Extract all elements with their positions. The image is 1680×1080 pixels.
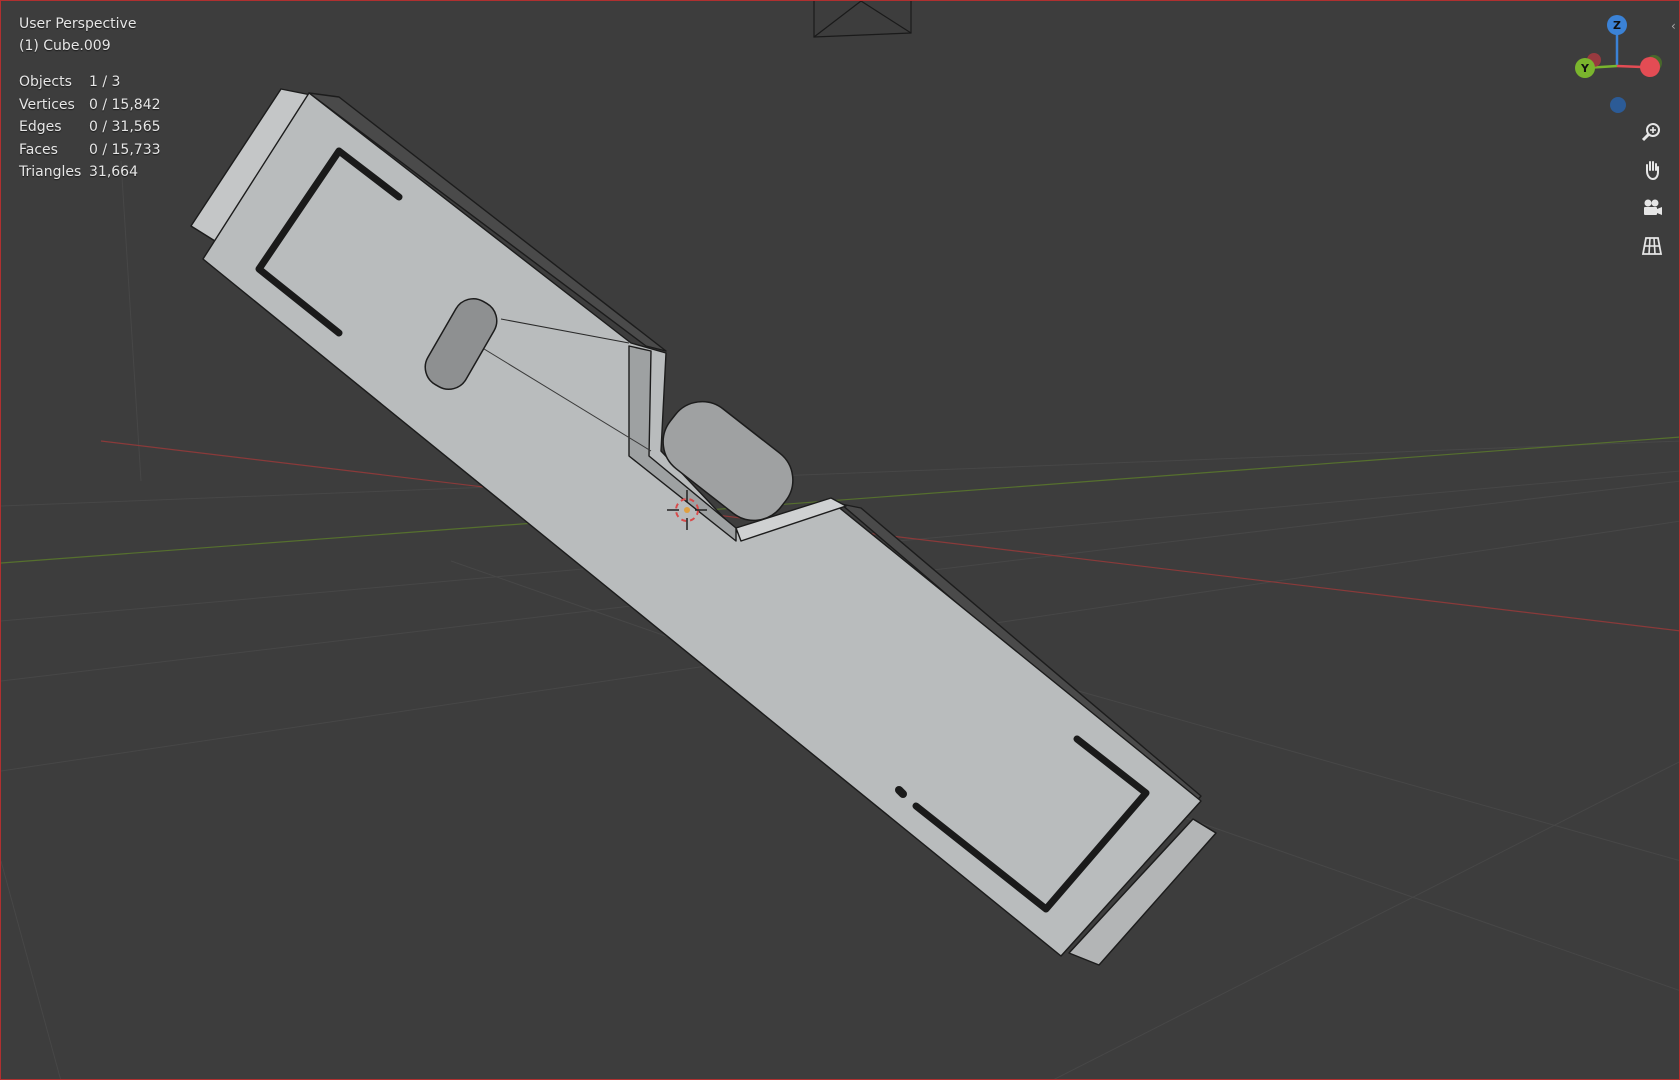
sidebar-toggle-icon[interactable]: ‹ xyxy=(1671,19,1679,39)
pan-hand-icon[interactable] xyxy=(1637,155,1667,185)
grid-ortho-icon[interactable] xyxy=(1637,231,1667,261)
stat-label: Objects xyxy=(19,74,72,90)
stat-row-objects: Objects 1 / 3 xyxy=(19,71,161,94)
scene-statistics: Objects 1 / 3 Vertices 0 / 15,842 Edges … xyxy=(19,71,161,184)
stat-label: Edges xyxy=(19,119,62,135)
camera-icon[interactable] xyxy=(1637,193,1667,223)
stat-value: 31,664 xyxy=(89,164,138,180)
stat-label: Vertices xyxy=(19,96,75,113)
selected-mesh-object[interactable] xyxy=(190,88,1217,966)
stat-row-triangles: Triangles 31,664 xyxy=(19,161,161,184)
stat-value: 0 / 15,842 xyxy=(89,96,161,113)
stat-row-edges: Edges 0 / 31,565 xyxy=(19,116,161,139)
3d-viewport[interactable]: User Perspective (1) Cube.009 Objects 1 … xyxy=(0,0,1680,1080)
viewport-nav-tools xyxy=(1637,117,1669,269)
gizmo-x-ball[interactable] xyxy=(1640,57,1660,77)
stat-label: Faces xyxy=(19,141,58,158)
viewport-info-overlay: User Perspective (1) Cube.009 Objects 1 … xyxy=(19,13,161,184)
stat-row-faces: Faces 0 / 15,733 xyxy=(19,139,161,162)
active-object-label: (1) Cube.009 xyxy=(19,38,111,54)
gizmo-z-ball[interactable]: Z xyxy=(1607,15,1627,35)
gizmo-z-label: Z xyxy=(1613,18,1621,32)
stat-row-vertices: Vertices 0 / 15,842 xyxy=(19,94,161,117)
camera-object[interactable] xyxy=(813,1,912,38)
zoom-icon[interactable] xyxy=(1637,117,1667,147)
stat-value: 0 / 31,565 xyxy=(89,119,161,135)
scene-canvas[interactable] xyxy=(1,1,1680,1080)
navigation-gizmo[interactable]: Z Y xyxy=(1561,11,1671,121)
stat-label: Triangles xyxy=(19,164,82,180)
stat-value: 1 / 3 xyxy=(89,74,121,90)
stat-value: 0 / 15,733 xyxy=(89,141,161,158)
view-name-label: User Perspective xyxy=(19,16,137,32)
gizmo-y-ball[interactable]: Y xyxy=(1575,58,1595,78)
gizmo-y-label: Y xyxy=(1581,61,1589,75)
gizmo-neg-z-ball[interactable] xyxy=(1610,97,1626,113)
